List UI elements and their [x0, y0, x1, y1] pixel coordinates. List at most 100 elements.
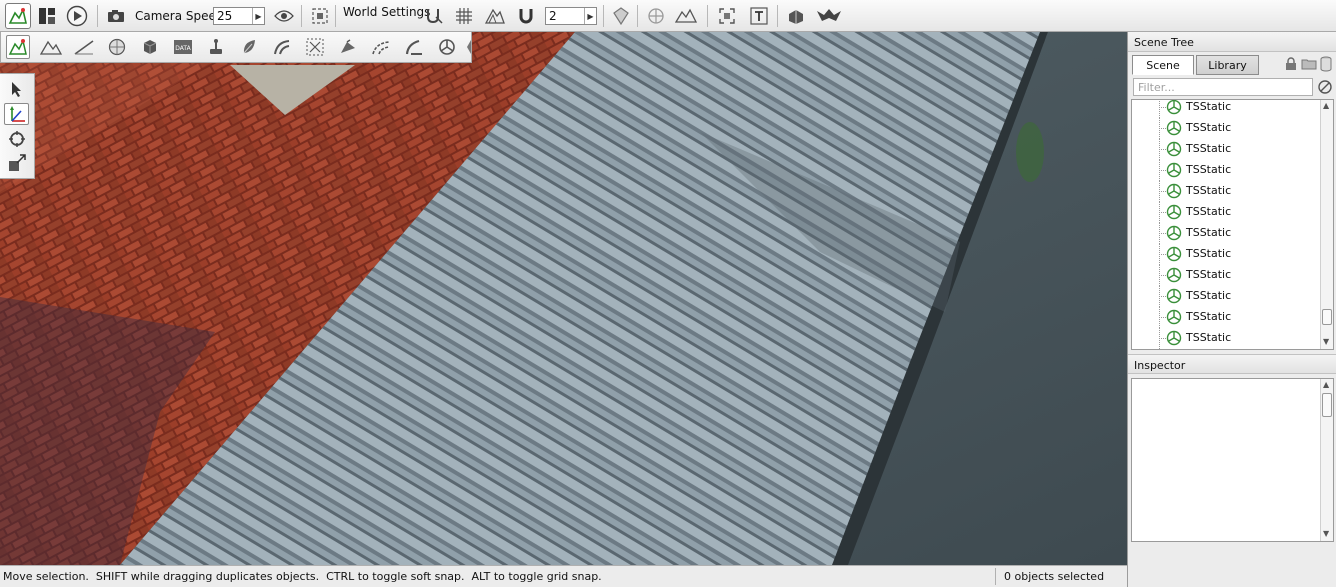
magnet-icon[interactable] [513, 3, 539, 29]
tsstatic-icon [1166, 246, 1182, 262]
tsstatic-icon [1166, 309, 1182, 325]
scrollbar-thumb[interactable] [1322, 393, 1332, 417]
scene-tree-list[interactable]: TSStatic TSStatic TSStatic TSStatic TSStatic… [1131, 99, 1334, 350]
inspector-panel[interactable]: ▲ ▼ [1131, 378, 1334, 542]
chevron-right-icon[interactable]: ▶ [584, 8, 596, 24]
navmesh-editor-icon[interactable] [369, 35, 393, 59]
tree-item[interactable]: TSStatic [1132, 286, 1318, 307]
tree-item[interactable]: TSStatic [1132, 139, 1318, 160]
lock-icon[interactable] [1285, 57, 1297, 71]
material-editor-icon[interactable] [105, 35, 129, 59]
tsstatic-icon [1166, 183, 1182, 199]
tree-item-label: TSStatic [1186, 205, 1232, 218]
scroll-up-icon[interactable]: ▲ [1323, 380, 1329, 389]
bird-icon[interactable] [814, 3, 844, 29]
tree-item[interactable]: TSStatic [1132, 181, 1318, 202]
tree-item-label: TSStatic [1186, 121, 1232, 134]
camera-icon[interactable] [103, 3, 129, 29]
tree-item-label: TSStatic [1186, 289, 1232, 302]
sketch-tool-icon[interactable] [138, 35, 162, 59]
toolbar-collapse-handle[interactable] [467, 40, 471, 54]
tree-item-label: TSStatic [1186, 331, 1232, 344]
chevron-right-icon[interactable]: ▶ [252, 8, 264, 24]
forest-editor-icon[interactable] [237, 35, 261, 59]
grid-snap-value[interactable]: 2 [546, 9, 584, 23]
tree-item[interactable]: TSStatic [1132, 118, 1318, 139]
tree-item-label: TSStatic [1186, 142, 1232, 155]
inspector-scrollbar[interactable]: ▲ ▼ [1320, 379, 1333, 541]
database-icon[interactable] [1320, 56, 1332, 72]
tab-scene[interactable]: Scene [1132, 55, 1194, 75]
object-snap-icon[interactable] [608, 3, 634, 29]
mountain-snap-icon[interactable] [482, 3, 508, 29]
scroll-down-icon[interactable]: ▼ [1323, 337, 1329, 346]
decal-editor-icon[interactable] [336, 35, 360, 59]
folder-icon[interactable] [1301, 58, 1317, 70]
tsstatic-icon [1166, 120, 1182, 136]
toolbox-icon[interactable] [783, 3, 809, 29]
terrain-editor-icon[interactable] [39, 35, 63, 59]
select-arrow-icon[interactable] [4, 78, 29, 100]
tree-item-label: TSStatic [1186, 184, 1232, 197]
tsstatic-icon [1166, 141, 1182, 157]
snap-to-terrain-icon[interactable] [421, 3, 447, 29]
rotate-gizmo-icon[interactable] [4, 128, 29, 150]
camera-speed-input[interactable]: 25 ▶ [213, 7, 265, 25]
tool-palette [0, 73, 35, 179]
3d-viewport[interactable] [0, 32, 1127, 565]
scale-gizmo-icon[interactable] [4, 152, 29, 174]
scene-tree-scrollbar[interactable]: ▲ ▼ [1320, 100, 1333, 349]
tree-item[interactable]: TSStatic [1132, 307, 1318, 328]
tsstatic-icon [1166, 100, 1182, 115]
text-tool-icon[interactable] [746, 3, 772, 29]
editor-toolbar: DATA [0, 32, 472, 63]
camera-speed-value[interactable]: 25 [214, 9, 252, 23]
scroll-up-icon[interactable]: ▲ [1323, 101, 1329, 110]
terrain-edit-icon[interactable] [673, 3, 699, 29]
world-editor-icon[interactable] [5, 3, 31, 29]
fit-selection-icon[interactable] [714, 3, 740, 29]
tsstatic-icon [1166, 225, 1182, 241]
tsstatic-icon [1166, 330, 1182, 346]
particle-editor-icon[interactable] [204, 35, 228, 59]
tsstatic-icon [1166, 204, 1182, 220]
datablock-editor-icon[interactable]: DATA [171, 35, 195, 59]
tree-item[interactable]: TSStatic [1132, 223, 1318, 244]
right-panel: Scene Tree Scene Library Filter... TSSta… [1127, 32, 1336, 587]
tree-item[interactable]: TSStatic [1132, 244, 1318, 265]
play-icon[interactable] [64, 3, 90, 29]
move-gizmo-icon[interactable] [4, 103, 29, 125]
tree-item[interactable]: TSStatic [1132, 100, 1318, 118]
tree-item[interactable]: TSStatic [1132, 160, 1318, 181]
filter-input[interactable]: Filter... [1133, 78, 1313, 96]
river-editor-icon[interactable] [270, 35, 294, 59]
camera-speed-label: Camera Speed [135, 9, 224, 23]
grid-snap-input[interactable]: 2 ▶ [545, 7, 597, 25]
selection-count: 0 objects selected [1004, 570, 1105, 583]
tree-item[interactable]: TSStatic [1132, 328, 1318, 349]
main-toolbar: Camera Speed 25 ▶ World Settings 2 ▶ [0, 0, 1336, 32]
center-selection-icon[interactable] [643, 3, 669, 29]
tree-item[interactable]: TSStatic [1132, 265, 1318, 286]
tree-item-label: TSStatic [1186, 310, 1232, 323]
tsstatic-icon [1166, 162, 1182, 178]
object-editor-icon[interactable] [6, 35, 30, 59]
terrain-painter-icon[interactable] [72, 35, 96, 59]
mesh-road-editor-icon[interactable] [303, 35, 327, 59]
inspector-header: Inspector [1128, 354, 1336, 374]
layout-icon[interactable] [34, 3, 60, 29]
scrollbar-thumb[interactable] [1322, 309, 1332, 325]
clear-filter-icon[interactable] [1317, 79, 1333, 95]
scene-tree-title: Scene Tree [1134, 36, 1194, 49]
tab-library[interactable]: Library [1196, 55, 1259, 75]
shape-editor-icon[interactable] [435, 35, 459, 59]
road-editor-icon[interactable] [402, 35, 426, 59]
tree-item[interactable]: TSStatic [1132, 202, 1318, 223]
world-settings-label[interactable]: World Settings [343, 5, 430, 19]
status-bar: Move selection. SHIFT while dragging dup… [0, 565, 1127, 587]
grid-icon[interactable] [451, 3, 477, 29]
scroll-down-icon[interactable]: ▼ [1323, 529, 1329, 538]
tsstatic-icon [1166, 288, 1182, 304]
visibility-eye-icon[interactable] [271, 3, 297, 29]
fit-view-icon[interactable] [307, 3, 333, 29]
